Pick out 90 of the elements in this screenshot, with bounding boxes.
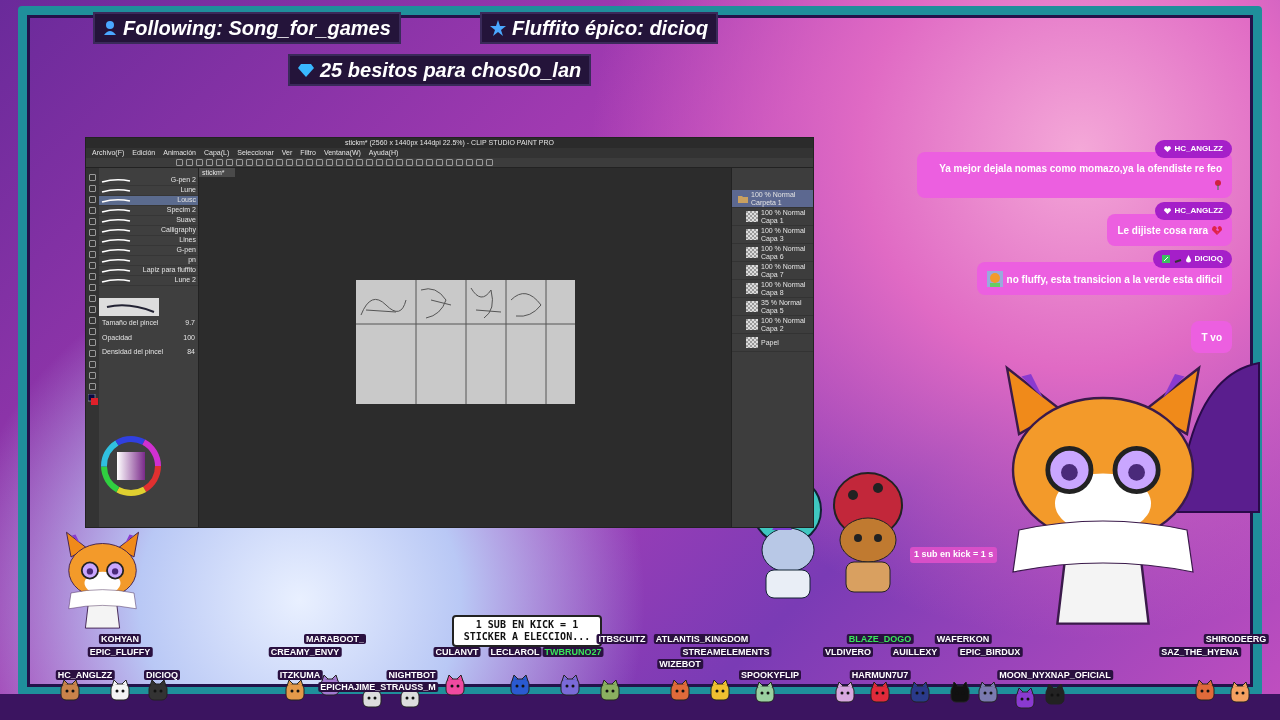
viewer-name: NIGHTBOT [386, 670, 438, 680]
pixel-pet-drawing [1014, 688, 1036, 710]
pixel-pet-drawing [599, 680, 621, 702]
pixel-pet-drawing [109, 680, 131, 702]
alert-text: Fluffito épico: dicioq [512, 16, 709, 41]
layer-thumbnail [746, 211, 758, 222]
heart-icon [1163, 208, 1171, 214]
viewer-name: TWBRUNO27 [542, 647, 604, 657]
brush-stroke-icon [101, 267, 131, 274]
viewer-name: SHIRODEERG [1203, 634, 1269, 644]
pixel-pet-drawing [869, 682, 891, 704]
star-icon [490, 20, 506, 36]
username-text: HC_ANGLZZ [1174, 143, 1223, 155]
heart-icon [1163, 146, 1171, 152]
viewer-name: DICIOQ [144, 670, 180, 680]
brush-stroke-icon [101, 207, 131, 214]
viewer-name: ITBSCUITZ [596, 634, 648, 644]
ticker-text: 1 sub en kick = 1 s [910, 547, 998, 563]
alert-text: 25 besitos para chos0o_lan [320, 58, 582, 83]
pencil-badge-icon [1161, 255, 1170, 263]
viewer-name: HC_ANGLZZ [55, 670, 115, 680]
broken-heart-icon [1212, 226, 1222, 235]
layer-thumbnail [746, 283, 758, 294]
viewer-name: ITZKUMA [277, 670, 323, 680]
viewer-name: LECLAROL [488, 647, 542, 657]
pixel-pet-drawing [147, 680, 169, 702]
avatar-emote-icon [986, 271, 1003, 287]
viewer-name: STREAMELEMENTS [680, 647, 772, 657]
pixel-pet-drawing [284, 680, 306, 702]
brush-stroke-icon [101, 257, 131, 264]
diamond-icon [298, 62, 314, 78]
viewer-name: BLAZE_DOGO [846, 634, 914, 644]
layer-thumbnail [746, 319, 758, 330]
viewer-name: EPICHAJIME_STRAUSS_M [318, 682, 438, 692]
pixel-pet-drawing [977, 682, 999, 704]
brush-stroke-icon [101, 227, 131, 234]
brush-stroke-icon [101, 197, 131, 204]
pixel-pet-drawing [509, 675, 531, 697]
message-text: T vo [1201, 331, 1222, 345]
brush-stroke-icon [101, 247, 131, 254]
viewer-name: AUILLEXY [890, 647, 940, 657]
viewer-name: MOON_NYXNAP_OFICIAL [997, 670, 1113, 680]
brush-stroke-icon [101, 277, 131, 284]
message-text: Le dijiste cosa rara [1117, 224, 1208, 238]
pixel-pet-drawing [1044, 684, 1066, 706]
viewer-name: CULANVT [433, 647, 481, 657]
pixel-pet-drawing [669, 680, 691, 702]
brush-stroke-icon [101, 237, 131, 244]
viewer-name: KOHYAN [98, 634, 142, 644]
drop-badge-icon [1185, 255, 1191, 263]
alert-text: Following: Song_for_games [123, 16, 391, 41]
layer-thumbnail [746, 229, 758, 240]
pixel-pet-drawing [1229, 682, 1251, 704]
message-text: no fluffy, esta transicion a la verde esta dificil [1006, 272, 1222, 287]
pixel-pet-drawing [1194, 680, 1216, 702]
layer-thumbnail [746, 265, 758, 276]
brush-preview-drawing [99, 298, 159, 316]
viewer-name: EPIC_FLUFFY [87, 647, 153, 657]
pixel-pet-drawing [754, 682, 776, 704]
viewer-name: ATLANTIS_KINGDOM [653, 634, 751, 644]
viewer-name: SPOOKYFLIP [739, 670, 801, 680]
viewer-name: VLDIVERO [823, 647, 873, 657]
pixel-pet-drawing [559, 675, 581, 697]
color-wheel-drawing [100, 435, 162, 497]
viewer-name: WIZEBOT [657, 659, 703, 669]
viewer-name: SAZ_THE_HYENA [1159, 647, 1241, 657]
viewer-name: CREAMY_ENVY [268, 647, 342, 657]
color-swatch-icon [87, 394, 98, 406]
brush-stroke-icon [101, 177, 131, 184]
pixel-pet-drawing [59, 680, 81, 702]
person-icon [103, 20, 117, 36]
folder-icon [738, 194, 748, 203]
rose-icon [1214, 180, 1222, 190]
message-text: Ya mejor dejala nomas como momazo,ya la ofendiste re feo [938, 162, 1222, 176]
username-text: HC_ANGLZZ [1174, 205, 1223, 217]
viewer-name: HARMUN7U7 [849, 670, 911, 680]
layer-thumbnail [746, 337, 758, 348]
viewer-name: EPIC_BIRDUX [957, 647, 1023, 657]
layer-thumbnail [746, 301, 758, 312]
brush-stroke-icon [101, 217, 131, 224]
pixel-pet-drawing [444, 675, 466, 697]
brush-stroke-icon [101, 187, 131, 194]
viewer-name: WAFERKON [934, 634, 992, 644]
layer-thumbnail [746, 247, 758, 258]
pixel-pet-drawing [949, 682, 971, 704]
pixel-pet-drawing [909, 682, 931, 704]
username-text: DICIOQ [1194, 253, 1223, 265]
pixel-pet-drawing [709, 680, 731, 702]
viewer-name: MARABOOT_ [304, 634, 366, 644]
pixel-pet-drawing [834, 682, 856, 704]
